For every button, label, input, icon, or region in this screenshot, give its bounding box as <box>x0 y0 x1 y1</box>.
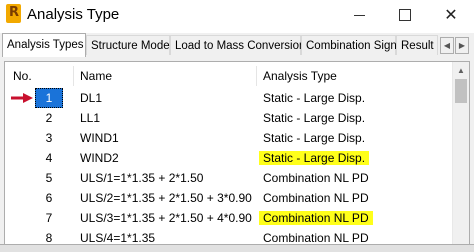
scroll-up-button[interactable]: ▲ <box>453 62 469 79</box>
row-number: 5 <box>45 171 53 185</box>
tab-structure-model[interactable]: Structure Model <box>86 35 172 55</box>
app-icon-letter: R <box>9 5 20 20</box>
title-bar: R Analysis Type ✕ <box>0 0 474 30</box>
list-row[interactable]: 5 ULS/1=1*1.35 + 2*1.50 Combination NL P… <box>5 168 445 188</box>
robot-app-icon: R <box>6 4 21 23</box>
list-row[interactable]: 4 WIND2 Static - Large Disp. <box>5 148 445 168</box>
list-row[interactable]: 6 ULS/2=1*1.35 + 2*1.50 + 3*0.90 Combina… <box>5 188 445 208</box>
column-divider[interactable] <box>256 66 257 86</box>
row-analysis-type-highlighted: Static - Large Disp. <box>259 151 370 165</box>
tab-scroll-right-button[interactable]: ▶ <box>455 37 469 54</box>
tab-combination-sign[interactable]: Combination Sign <box>301 35 397 55</box>
tab-panel: No. Name Analysis Type 1 DL1 Static - La… <box>0 57 474 251</box>
row-analysis-type-highlighted: Combination NL PD <box>259 211 373 225</box>
row-name: DL1 <box>80 91 103 105</box>
tab-strip: Analysis Types Structure Model Load to M… <box>0 33 474 57</box>
row-number: 2 <box>45 111 53 125</box>
row-name: ULS/2=1*1.35 + 2*1.50 + 3*0.90 <box>80 191 252 205</box>
minimize-button[interactable] <box>336 0 382 30</box>
row-analysis-type: Combination NL PD <box>263 231 369 245</box>
row-name: ULS/3=1*1.35 + 2*1.50 + 4*0.90 <box>80 211 252 225</box>
list-row[interactable]: 2 LL1 Static - Large Disp. <box>5 108 445 128</box>
tab-load-to-mass-conversion[interactable]: Load to Mass Conversion <box>170 35 305 55</box>
minimize-icon <box>353 14 365 16</box>
list-row[interactable]: 1 DL1 Static - Large Disp. <box>5 88 445 108</box>
close-button[interactable]: ✕ <box>428 0 474 30</box>
column-header-type[interactable]: Analysis Type <box>263 66 337 86</box>
chevron-left-icon: ◀ <box>443 41 451 50</box>
row-analysis-type-cell: Combination NL PD <box>259 208 373 228</box>
row-analysis-type: Combination NL PD <box>263 171 369 185</box>
list-row[interactable]: 8 ULS/4=1*1.35 Combination NL PD <box>5 228 445 245</box>
analysis-list[interactable]: No. Name Analysis Type 1 DL1 Static - La… <box>4 61 470 245</box>
maximize-button[interactable] <box>382 0 428 30</box>
chevron-right-icon: ▶ <box>458 41 466 50</box>
row-analysis-type: Combination NL PD <box>263 191 369 205</box>
list-row[interactable]: 3 WIND1 Static - Large Disp. <box>5 128 445 148</box>
close-icon: ✕ <box>444 5 458 24</box>
column-divider[interactable] <box>73 66 74 86</box>
row-name: ULS/1=1*1.35 + 2*1.50 <box>80 171 204 185</box>
column-header-no[interactable]: No. <box>13 66 32 86</box>
row-number: 4 <box>45 151 53 165</box>
row-number: 7 <box>45 211 53 225</box>
chevron-up-icon: ▲ <box>457 66 465 75</box>
row-name: LL1 <box>80 111 101 125</box>
row-name: WIND2 <box>80 151 119 165</box>
row-number: 3 <box>45 131 53 145</box>
row-analysis-type: Static - Large Disp. <box>263 131 366 145</box>
row-analysis-type: Static - Large Disp. <box>263 111 366 125</box>
row-analysis-type: Static - Large Disp. <box>263 91 366 105</box>
row-name: ULS/4=1*1.35 <box>80 231 156 245</box>
tab-scroll-left-button[interactable]: ◀ <box>440 37 454 54</box>
red-arrow-icon <box>11 93 33 103</box>
row-number: 6 <box>45 191 53 205</box>
row-number: 1 <box>35 88 63 108</box>
row-name: WIND1 <box>80 131 119 145</box>
list-header: No. Name Analysis Type <box>5 66 445 86</box>
tab-result[interactable]: Result <box>396 35 438 55</box>
vertical-scrollbar[interactable]: ▲ <box>452 62 469 244</box>
window-title: Analysis Type <box>27 6 120 23</box>
maximize-icon <box>399 9 411 21</box>
row-analysis-type-cell: Static - Large Disp. <box>259 148 370 168</box>
list-row[interactable]: 7 ULS/3=1*1.35 + 2*1.50 + 4*0.90 Combina… <box>5 208 445 228</box>
scroll-thumb[interactable] <box>455 79 467 103</box>
row-number: 8 <box>45 231 53 245</box>
column-header-name[interactable]: Name <box>80 66 112 86</box>
tab-analysis-types[interactable]: Analysis Types <box>2 33 86 57</box>
